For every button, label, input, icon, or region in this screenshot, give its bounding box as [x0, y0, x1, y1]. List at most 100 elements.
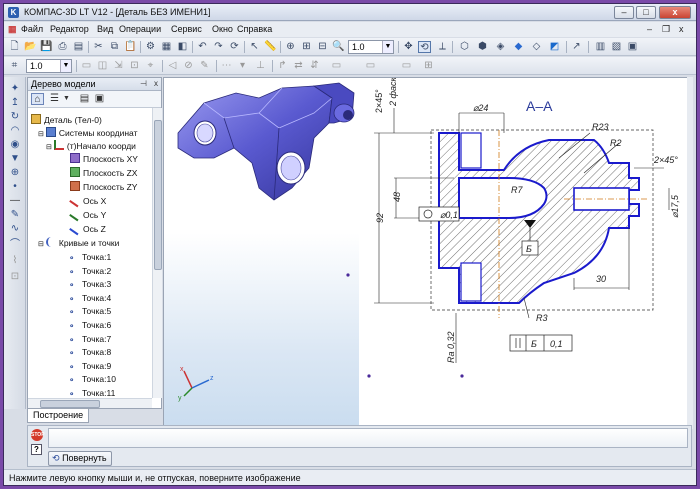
- close-icon[interactable]: x: [154, 78, 158, 90]
- tree-node-plane-zy[interactable]: Плоскость ZY: [70, 181, 137, 193]
- thin-lines-icon[interactable]: ◈: [494, 41, 507, 53]
- new-file-icon[interactable]: 🗋: [8, 41, 21, 53]
- point-icon[interactable]: •: [9, 181, 21, 193]
- minimize-button[interactable]: –: [614, 6, 634, 19]
- extrude-icon[interactable]: ↥: [9, 97, 21, 109]
- zoom-in-icon[interactable]: ⊕: [284, 41, 297, 53]
- scroll-thumb[interactable]: [154, 120, 162, 270]
- tab-construction[interactable]: Построение: [27, 409, 90, 423]
- undo-icon[interactable]: ↶: [196, 41, 209, 53]
- print-icon[interactable]: ⎙: [56, 41, 69, 53]
- tree-node-point[interactable]: ∘ Точка:5: [69, 305, 111, 317]
- filter-icon[interactable]: ▼: [9, 153, 21, 165]
- open-file-icon[interactable]: 📂: [24, 41, 37, 53]
- save-icon[interactable]: 💾: [40, 41, 53, 53]
- tree-node-plane-xy[interactable]: Плоскость XY: [70, 153, 138, 165]
- menu-file[interactable]: Файл: [21, 24, 43, 34]
- chevron-down-icon[interactable]: ▼: [382, 41, 393, 53]
- tree-node-point[interactable]: ∘ Точка:2: [69, 265, 111, 277]
- rotate-icon[interactable]: ⟲: [418, 41, 431, 53]
- menu-operations[interactable]: Операции: [119, 24, 161, 34]
- wireframe-icon[interactable]: ⬡: [458, 41, 471, 53]
- library-icon[interactable]: ▦: [160, 41, 173, 53]
- tree-node-point[interactable]: ∘ Точка:4: [69, 292, 111, 304]
- redo-icon[interactable]: ↷: [212, 41, 225, 53]
- help-pointer-icon[interactable]: ↖: [248, 41, 261, 53]
- tree-node-plane-zx[interactable]: Плоскость ZX: [70, 167, 137, 179]
- hole-icon[interactable]: ◉: [9, 139, 21, 151]
- paste-icon[interactable]: 📋: [124, 41, 137, 53]
- tree-node-point[interactable]: ∘ Точка:6: [69, 319, 111, 331]
- menu-editor[interactable]: Редактор: [50, 24, 89, 34]
- tree-vertical-scrollbar[interactable]: [152, 108, 162, 398]
- rotate-tab-button[interactable]: ⟲ Повернуть: [48, 451, 112, 466]
- cut-icon[interactable]: ✂: [92, 41, 105, 53]
- chevron-down-icon[interactable]: ▼: [60, 93, 73, 105]
- tree-node-point[interactable]: ∘ Точка:8: [69, 346, 111, 358]
- model-viewport[interactable]: A–A 2×45° 2 фаски ⌀24 R23 R2 2×45° R7 ⌀0…: [163, 77, 692, 429]
- tree-node-point[interactable]: ∘ Точка:7: [69, 333, 111, 345]
- tree-mode-icon[interactable]: ⌂: [31, 93, 44, 105]
- tree-node-point[interactable]: ∘ Точка:3: [69, 278, 111, 290]
- mdi-close-button[interactable]: x: [679, 24, 684, 34]
- curve-icon[interactable]: ⌒: [9, 239, 21, 251]
- orientation-icon[interactable]: ⟂: [436, 41, 449, 53]
- tree-node-axis-x[interactable]: Ось X: [69, 195, 106, 208]
- tree-node-part[interactable]: Деталь (Тел-0): [31, 114, 102, 126]
- pan-icon[interactable]: ✥: [402, 41, 415, 53]
- stop-icon[interactable]: STOP: [31, 429, 45, 441]
- mdi-minimize-button[interactable]: –: [647, 24, 652, 34]
- handle-dot[interactable]: [346, 273, 350, 277]
- copy-icon[interactable]: ⧉: [108, 41, 121, 53]
- mdi-restore-button[interactable]: ❐: [662, 24, 670, 35]
- menu-service[interactable]: Сервис: [171, 24, 202, 34]
- menu-view[interactable]: Вид: [97, 24, 113, 34]
- zoom-select[interactable]: 1.0 ▼: [348, 40, 394, 54]
- axis-toggle-icon[interactable]: ↗: [570, 41, 583, 53]
- tree-node-coordinate-systems[interactable]: ⊟ Системы координат: [38, 127, 138, 139]
- pin-icon[interactable]: ⊣: [140, 78, 147, 90]
- line-width-select[interactable]: 1.0 ▼: [26, 59, 72, 73]
- update-icon[interactable]: ⟳: [228, 41, 241, 53]
- zoom-window-icon[interactable]: ⊞: [300, 41, 313, 53]
- tree-node-curves-points[interactable]: ⊟ Кривые и точки: [38, 237, 119, 249]
- close-button[interactable]: x: [659, 6, 691, 19]
- chevron-down-icon[interactable]: ▼: [60, 60, 71, 72]
- fillet-icon[interactable]: ◠: [9, 125, 21, 137]
- help-icon[interactable]: ?: [31, 444, 42, 455]
- settings-icon[interactable]: ▣: [626, 41, 639, 53]
- tree-node-point[interactable]: ∘ Точка:9: [69, 360, 111, 372]
- tree-filter-icon[interactable]: ▤: [78, 93, 91, 105]
- viewport-scrollbar[interactable]: [687, 77, 693, 429]
- tree-node-axis-y[interactable]: Ось Y: [69, 209, 106, 222]
- tree-options-icon[interactable]: ▣: [93, 93, 106, 105]
- spline-icon[interactable]: ∿: [9, 223, 21, 235]
- tree-node-point[interactable]: ∘ Точка:1: [69, 251, 111, 263]
- maximize-button[interactable]: □: [636, 6, 656, 19]
- zoom-all-icon[interactable]: ⊟: [316, 41, 329, 53]
- tree-node-point[interactable]: ∘ Точка:10: [69, 373, 116, 385]
- sections-icon[interactable]: ▥: [594, 41, 607, 53]
- measure-icon[interactable]: 📏: [264, 41, 277, 53]
- tree-horizontal-scrollbar[interactable]: [28, 398, 152, 408]
- perspective-icon[interactable]: ◩: [548, 41, 561, 53]
- menu-help[interactable]: Справка: [237, 24, 272, 34]
- 3d-model[interactable]: [177, 82, 355, 201]
- scroll-thumb[interactable]: [40, 400, 100, 408]
- shaded-icon[interactable]: ◆: [512, 41, 525, 53]
- shaded-edges-icon[interactable]: ◇: [530, 41, 543, 53]
- tree-node-origin[interactable]: ⊟ (т)Начало коорди: [46, 140, 136, 152]
- section-view[interactable]: [438, 130, 649, 318]
- handle-dot[interactable]: [460, 374, 464, 378]
- rotate-op-icon[interactable]: ↻: [9, 111, 21, 123]
- edit-tools-icon[interactable]: ✦: [9, 83, 21, 95]
- preview-icon[interactable]: ▤: [72, 41, 85, 53]
- menu-window[interactable]: Окно: [212, 24, 233, 34]
- measure-tools-icon[interactable]: ⊕: [9, 167, 21, 179]
- sketch-icon[interactable]: ✎: [9, 209, 21, 221]
- zoom-icon[interactable]: 🔍: [332, 41, 345, 53]
- properties-icon[interactable]: ⚙: [144, 41, 157, 53]
- grid-snap-icon[interactable]: ⌗: [8, 60, 21, 72]
- layers-icon[interactable]: ▧: [610, 41, 623, 53]
- hidden-lines-icon[interactable]: ⬢: [476, 41, 489, 53]
